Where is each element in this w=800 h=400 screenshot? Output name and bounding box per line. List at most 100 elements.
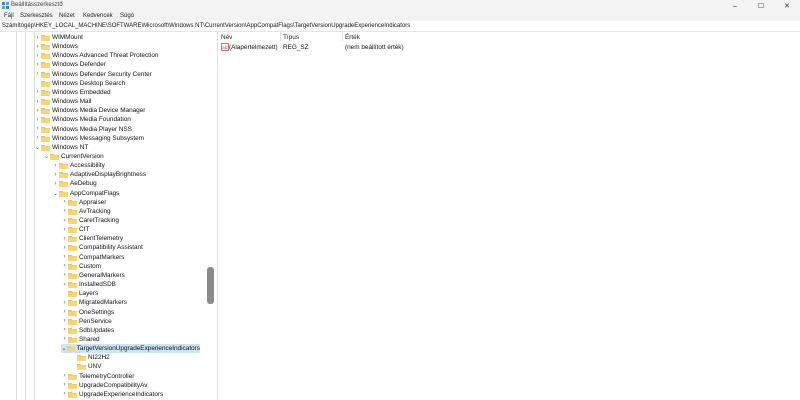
chevron-right-icon[interactable]: › bbox=[61, 372, 68, 381]
tree-item[interactable]: › CompatMarkers bbox=[61, 253, 124, 262]
tree-item[interactable]: › AvTracking bbox=[61, 207, 111, 216]
tree-item[interactable]: › Accessibility bbox=[52, 161, 105, 170]
tree-item[interactable]: NI22H2 bbox=[70, 353, 110, 362]
value-list-pane[interactable]: Név Típus Érték ab (Alapértelmezett) REG… bbox=[218, 32, 800, 400]
tree-item[interactable]: › MigratedMarkers bbox=[61, 298, 127, 307]
column-header-type[interactable]: Típus bbox=[283, 34, 299, 41]
tree-item[interactable]: › Windows Mail bbox=[34, 97, 91, 106]
chevron-right-icon[interactable]: › bbox=[34, 97, 41, 106]
tree-item[interactable]: › Windows Embedded bbox=[34, 88, 111, 97]
tree-item-label: SdbUpdates bbox=[79, 326, 115, 334]
chevron-right-icon[interactable]: › bbox=[34, 60, 41, 69]
tree-item[interactable]: Layers bbox=[61, 289, 98, 298]
tree-item[interactable]: ⌄ CurrentVersion bbox=[43, 152, 104, 161]
column-separator[interactable] bbox=[280, 32, 281, 41]
tree-item[interactable]: ⌄ TargetVersionUpgradeExperienceIndicator… bbox=[61, 344, 200, 354]
tree-item[interactable]: › Appraiser bbox=[61, 198, 106, 207]
tree-item[interactable]: › Windows Media Device Manager bbox=[34, 106, 145, 115]
chevron-down-icon[interactable]: ⌄ bbox=[34, 143, 41, 152]
menu-favorites[interactable]: Kedvencek bbox=[83, 13, 113, 19]
chevron-right-icon[interactable]: › bbox=[61, 253, 68, 262]
svg-text:ab: ab bbox=[222, 45, 228, 51]
tree-scrollbar-thumb[interactable] bbox=[207, 267, 214, 304]
minimize-button[interactable]: – bbox=[722, 0, 748, 12]
tree-item[interactable]: UNV bbox=[70, 362, 102, 371]
chevron-right-icon[interactable]: › bbox=[61, 271, 68, 280]
tree-item-label: CompatMarkers bbox=[79, 253, 125, 261]
chevron-right-icon[interactable]: › bbox=[34, 88, 41, 97]
chevron-right-icon[interactable]: › bbox=[61, 216, 68, 225]
chevron-right-icon[interactable]: › bbox=[61, 381, 68, 390]
column-header-value[interactable]: Érték bbox=[345, 34, 360, 41]
chevron-right-icon[interactable]: › bbox=[34, 134, 41, 143]
chevron-right-icon[interactable]: › bbox=[34, 125, 41, 134]
chevron-down-icon[interactable]: ⌄ bbox=[52, 189, 59, 198]
chevron-right-icon[interactable]: › bbox=[61, 308, 68, 317]
chevron-right-icon[interactable]: › bbox=[52, 179, 59, 188]
chevron-right-icon[interactable]: › bbox=[61, 390, 68, 399]
chevron-right-icon[interactable]: › bbox=[61, 225, 68, 234]
folder-icon bbox=[59, 172, 68, 179]
menu-help[interactable]: Súgó bbox=[120, 13, 134, 19]
tree-item[interactable]: ⌄ AppCompatFlags bbox=[52, 189, 119, 198]
tree-item[interactable]: › Windows bbox=[34, 42, 78, 51]
tree-item[interactable]: › UpgradeExperienceIndicators bbox=[61, 390, 163, 399]
tree-item[interactable]: › UpgradeCompatibilityAv bbox=[61, 381, 147, 390]
menu-edit[interactable]: Szerkesztés bbox=[20, 13, 53, 19]
close-button[interactable]: ✕ bbox=[774, 0, 800, 12]
chevron-right-icon[interactable]: › bbox=[34, 51, 41, 60]
tree-item[interactable]: › CIT bbox=[61, 225, 89, 234]
tree-item-label: UpgradeExperienceIndicators bbox=[79, 390, 164, 398]
tree-item[interactable]: › SdbUpdates bbox=[61, 326, 114, 335]
chevron-right-icon[interactable]: › bbox=[61, 326, 68, 335]
key-tree-pane[interactable]: › WIMMount › Windows › Windows Advanced Threa… bbox=[0, 32, 217, 400]
tree-item[interactable]: › GeneralMarkers bbox=[61, 271, 125, 280]
chevron-right-icon[interactable]: › bbox=[34, 33, 41, 42]
tree-item[interactable]: › InstalledSDB bbox=[61, 280, 116, 289]
chevron-right-icon[interactable]: › bbox=[61, 262, 68, 271]
tree-item[interactable]: › Windows Media Foundation bbox=[34, 115, 131, 124]
column-separator[interactable] bbox=[342, 32, 343, 41]
chevron-right-icon[interactable]: › bbox=[52, 161, 59, 170]
tree-item[interactable]: › ClientTelemetry bbox=[61, 234, 123, 243]
tree-item[interactable]: › Shared bbox=[61, 335, 100, 344]
address-path[interactable]: Számítógép\HKEY_LOCAL_MACHINE\SOFTWARE\M… bbox=[2, 23, 410, 29]
chevron-right-icon[interactable]: › bbox=[61, 243, 68, 252]
menu-file[interactable]: Fájl bbox=[4, 13, 14, 19]
chevron-right-icon[interactable]: › bbox=[61, 234, 68, 243]
chevron-right-icon[interactable]: › bbox=[61, 198, 68, 207]
tree-item[interactable]: › OneSettings bbox=[61, 308, 114, 317]
tree-item[interactable]: › WIMMount bbox=[34, 33, 83, 42]
menu-view[interactable]: Nézet bbox=[59, 13, 75, 19]
value-row[interactable]: ab (Alapértelmezett) REG_SZ (nem beállít… bbox=[218, 43, 800, 52]
tree-item[interactable]: › Windows Advanced Threat Protection bbox=[34, 51, 158, 60]
tree-item[interactable]: › PenService bbox=[61, 317, 112, 326]
tree-item[interactable]: › AeDebug bbox=[52, 179, 97, 188]
chevron-right-icon[interactable]: › bbox=[61, 207, 68, 216]
tree-item-label: AdaptiveDisplayBrightness bbox=[70, 171, 147, 179]
chevron-down-icon[interactable]: ⌄ bbox=[43, 152, 50, 161]
chevron-right-icon[interactable]: › bbox=[61, 298, 68, 307]
chevron-right-icon[interactable]: › bbox=[52, 170, 59, 179]
tree-item[interactable]: ⌄ Windows NT bbox=[34, 143, 88, 152]
chevron-right-icon[interactable]: › bbox=[61, 280, 68, 289]
tree-item[interactable]: › Windows Messaging Subsystem bbox=[34, 134, 144, 143]
tree-item[interactable]: › CaretTracking bbox=[61, 216, 119, 225]
tree-item[interactable]: › TelemetryController bbox=[61, 372, 134, 381]
tree-item[interactable]: Windows Desktop Search bbox=[34, 79, 125, 88]
maximize-button[interactable]: ☐ bbox=[748, 0, 774, 12]
tree-item[interactable]: › Compatibility Assistant bbox=[61, 243, 143, 252]
chevron-right-icon[interactable]: › bbox=[34, 70, 41, 79]
chevron-right-icon[interactable]: › bbox=[34, 42, 41, 51]
chevron-right-icon[interactable]: › bbox=[61, 335, 68, 344]
tree-item[interactable]: › Windows Media Player NSS bbox=[34, 125, 132, 134]
address-bar[interactable]: Számítógép\HKEY_LOCAL_MACHINE\SOFTWARE\M… bbox=[0, 22, 800, 32]
tree-item[interactable]: › AdaptiveDisplayBrightness bbox=[52, 170, 146, 179]
chevron-right-icon[interactable]: › bbox=[34, 115, 41, 124]
chevron-right-icon[interactable]: › bbox=[61, 317, 68, 326]
tree-item[interactable]: › Windows Defender Security Center bbox=[34, 70, 152, 79]
chevron-right-icon[interactable]: › bbox=[34, 106, 41, 115]
column-header-name[interactable]: Név bbox=[221, 34, 232, 41]
tree-item[interactable]: › Custom bbox=[61, 262, 101, 271]
tree-item[interactable]: › Windows Defender bbox=[34, 60, 106, 69]
